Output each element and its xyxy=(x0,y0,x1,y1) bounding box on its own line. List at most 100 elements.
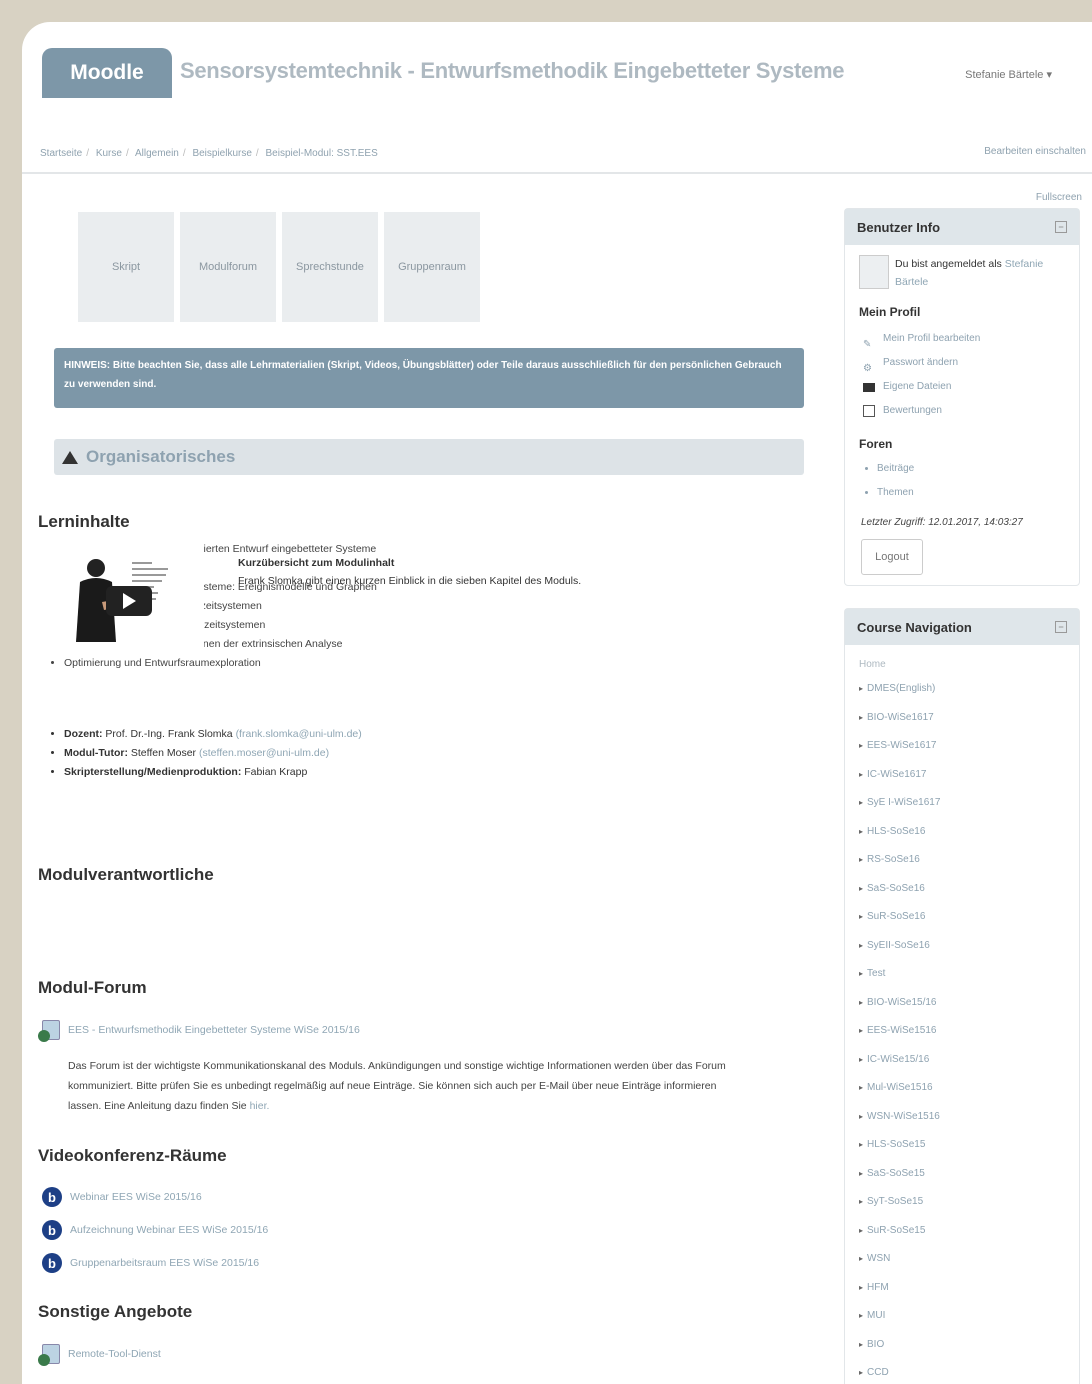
forum-icon xyxy=(38,1020,60,1042)
tile-skript[interactable]: Skript xyxy=(78,212,174,322)
breadcrumb-item[interactable]: Kurse xyxy=(96,148,122,159)
nav-course-item[interactable]: IC-WiSe15/16 xyxy=(859,1046,1065,1075)
bbb-link-label[interactable]: Gruppenarbeitsraum EES WiSe 2015/16 xyxy=(70,1257,259,1269)
quick-tiles: Skript Modulforum Sprechstunde Gruppenra… xyxy=(78,212,804,322)
play-icon[interactable] xyxy=(106,586,152,616)
nav-course-item[interactable]: SyEII-SoSe16 xyxy=(859,932,1065,961)
nav-course-item[interactable]: SyT-SoSe15 xyxy=(859,1188,1065,1217)
video-thumbnail[interactable] xyxy=(44,542,204,654)
gear-icon: ⚙ xyxy=(863,363,872,374)
forum-block-heading: Foren xyxy=(859,437,893,451)
profile-link-label[interactable]: Eigene Dateien xyxy=(883,375,951,399)
bigbluebutton-icon: b xyxy=(42,1220,62,1240)
nav-course-item[interactable]: WSN-WiSe1516 xyxy=(859,1103,1065,1132)
nav-course-item[interactable]: SyE I-WiSe1617 xyxy=(859,789,1065,818)
bbb-link-label[interactable]: Webinar EES WiSe 2015/16 xyxy=(70,1191,202,1203)
email-link[interactable]: (frank.slomka@uni-ulm.de) xyxy=(236,728,362,740)
breadcrumb-item[interactable]: Beispiel-Modul: SST.EES xyxy=(265,148,377,159)
tile-gruppenraum[interactable]: Gruppenraum xyxy=(384,212,480,322)
collapse-block-icon[interactable]: − xyxy=(1055,221,1067,233)
user-menu[interactable]: Stefanie Bärtele ▾ xyxy=(965,68,1052,81)
logout-button[interactable]: Logout xyxy=(861,539,923,575)
forum-posts-link[interactable]: Beiträge xyxy=(877,457,914,481)
nav-home[interactable]: Home xyxy=(859,655,1065,675)
profile-links: ✎ Mein Profil bearbeiten ⚙ Passwort ändern… xyxy=(863,327,980,423)
nav-course-item[interactable]: WSN xyxy=(859,1245,1065,1274)
bbb-link[interactable]: b Aufzeichnung Webinar EES WiSe 2015/16 xyxy=(42,1220,268,1240)
profile-link[interactable]: ✎ Mein Profil bearbeiten xyxy=(863,327,980,351)
tile-sprechstunde[interactable]: Sprechstunde xyxy=(282,212,378,322)
profile-link[interactable]: ⚙ Passwort ändern xyxy=(863,351,980,375)
collapse-triangle-icon[interactable] xyxy=(62,450,78,464)
video-info: Kurzübersicht zum Modulinhalt Frank Slom… xyxy=(238,554,581,590)
nav-course-item[interactable]: RS-SoSe16 xyxy=(859,846,1065,875)
resp-value: Fabian Krapp xyxy=(244,766,308,778)
breadcrumb-separator: / xyxy=(255,148,259,159)
block-title: Course Navigation xyxy=(857,619,972,635)
nav-course-item[interactable]: EES-WiSe1617 xyxy=(859,732,1065,761)
nav-course-item[interactable]: IC-WiSe1617 xyxy=(859,761,1065,790)
nav-course-item[interactable]: SaS-SoSe15 xyxy=(859,1160,1065,1189)
nav-course-item[interactable]: EES-WiSe1516 xyxy=(859,1017,1065,1046)
breadcrumb-item[interactable]: Startseite xyxy=(40,148,82,159)
remote-tool-link[interactable]: Remote-Tool-Dienst xyxy=(38,1344,161,1366)
nav-course-item[interactable]: SaS-SoSe16 xyxy=(859,875,1065,904)
resp-label: Modul-Tutor: xyxy=(64,747,128,759)
profile-link-label[interactable]: Mein Profil bearbeiten xyxy=(883,327,980,351)
bigbluebutton-icon: b xyxy=(42,1187,62,1207)
nav-course-item[interactable]: HLS-SoSe15 xyxy=(859,1131,1065,1160)
nav-course-item[interactable]: Test xyxy=(859,960,1065,989)
bbb-link-label[interactable]: Aufzeichnung Webinar EES WiSe 2015/16 xyxy=(70,1224,268,1236)
nav-course-item[interactable]: DMES(English) xyxy=(859,675,1065,704)
sidebar: Benutzer Info − Du bist angemeldet als S… xyxy=(844,208,1080,1384)
nav-course-item[interactable]: CCD xyxy=(859,1359,1065,1384)
block-header: Course Navigation − xyxy=(845,609,1079,645)
nav-course-item[interactable]: MUI xyxy=(859,1302,1065,1331)
video-description: Frank Slomka gibt einen kurzen Einblick … xyxy=(238,575,582,587)
collapse-block-icon[interactable]: − xyxy=(1055,621,1067,633)
nav-course-item[interactable]: HLS-SoSe16 xyxy=(859,818,1065,847)
edit-mode-button[interactable]: Bearbeiten einschalten xyxy=(984,146,1086,157)
course-title: Sensorsystemtechnik - Entwurfsmethodik E… xyxy=(180,58,845,83)
nav-course-item[interactable]: SuR-SoSe15 xyxy=(859,1217,1065,1246)
avatar[interactable] xyxy=(859,255,889,289)
profile-link[interactable]: Bewertungen xyxy=(863,399,980,423)
forum-link[interactable]: EES - Entwurfsmethodik Eingebetteter Sys… xyxy=(38,1020,360,1042)
nav-course-item[interactable]: BIO xyxy=(859,1331,1065,1360)
breadcrumb-item[interactable]: Beispielkurse xyxy=(192,148,251,159)
header-divider xyxy=(22,172,1092,174)
last-access: Letzter Zugriff: 12.01.2017, 14:03:27 xyxy=(861,517,1023,528)
folder-icon xyxy=(863,382,875,392)
bbb-link[interactable]: b Webinar EES WiSe 2015/16 xyxy=(42,1187,202,1207)
nav-course-item[interactable]: BIO-WiSe1617 xyxy=(859,704,1065,733)
fullscreen-link[interactable]: Fullscreen xyxy=(1036,192,1082,203)
profile-link-label[interactable]: Passwort ändern xyxy=(883,351,958,375)
brand-logo[interactable]: Moodle xyxy=(42,48,172,98)
nav-course-item[interactable]: BIO-WiSe15/16 xyxy=(859,989,1065,1018)
profile-link-label[interactable]: Bewertungen xyxy=(883,399,942,423)
nav-course-item[interactable]: SuR-SoSe16 xyxy=(859,903,1065,932)
list-item: Optimierung und Entwurfsraumexploration xyxy=(64,654,377,673)
forum-heading: Modul-Forum xyxy=(38,978,147,997)
help-link[interactable]: hier. xyxy=(250,1100,270,1112)
nav-course-item[interactable]: Mul-WiSe1516 xyxy=(859,1074,1065,1103)
verantwortliche-list: Dozent: Prof. Dr.-Ing. Frank Slomka (fra… xyxy=(52,725,362,782)
remote-tool-label[interactable]: Remote-Tool-Dienst xyxy=(68,1348,161,1360)
forum-links: Beiträge Themen xyxy=(867,457,914,505)
nav-course-item[interactable]: HFM xyxy=(859,1274,1065,1303)
notice-banner: HINWEIS: Bitte beachten Sie, dass alle L… xyxy=(54,348,804,408)
profile-link[interactable]: Eigene Dateien xyxy=(863,375,980,399)
list-item: Modul-Tutor: Steffen Moser (steffen.mose… xyxy=(64,744,362,763)
forum-link-label[interactable]: EES - Entwurfsmethodik Eingebetteter Sys… xyxy=(68,1024,360,1036)
other-heading: Sonstige Angebote xyxy=(38,1302,193,1321)
breadcrumb: Startseite / Kurse / Allgemein / Beispielku… xyxy=(40,148,378,159)
logged-in-text: Du bist angemeldet als Stefanie Bärtele xyxy=(895,255,1067,291)
breadcrumb-item[interactable]: Allgemein xyxy=(135,148,179,159)
section-title: Organisatorisches xyxy=(86,447,236,466)
forum-description: Das Forum ist der wichtigste Kommunikati… xyxy=(68,1056,738,1116)
section-header[interactable]: Organisatorisches xyxy=(54,439,804,475)
tile-modulforum[interactable]: Modulforum xyxy=(180,212,276,322)
bbb-link[interactable]: b Gruppenarbeitsraum EES WiSe 2015/16 xyxy=(42,1253,259,1273)
forum-topics-link[interactable]: Themen xyxy=(877,481,914,505)
email-link[interactable]: (steffen.moser@uni-ulm.de) xyxy=(199,747,329,759)
